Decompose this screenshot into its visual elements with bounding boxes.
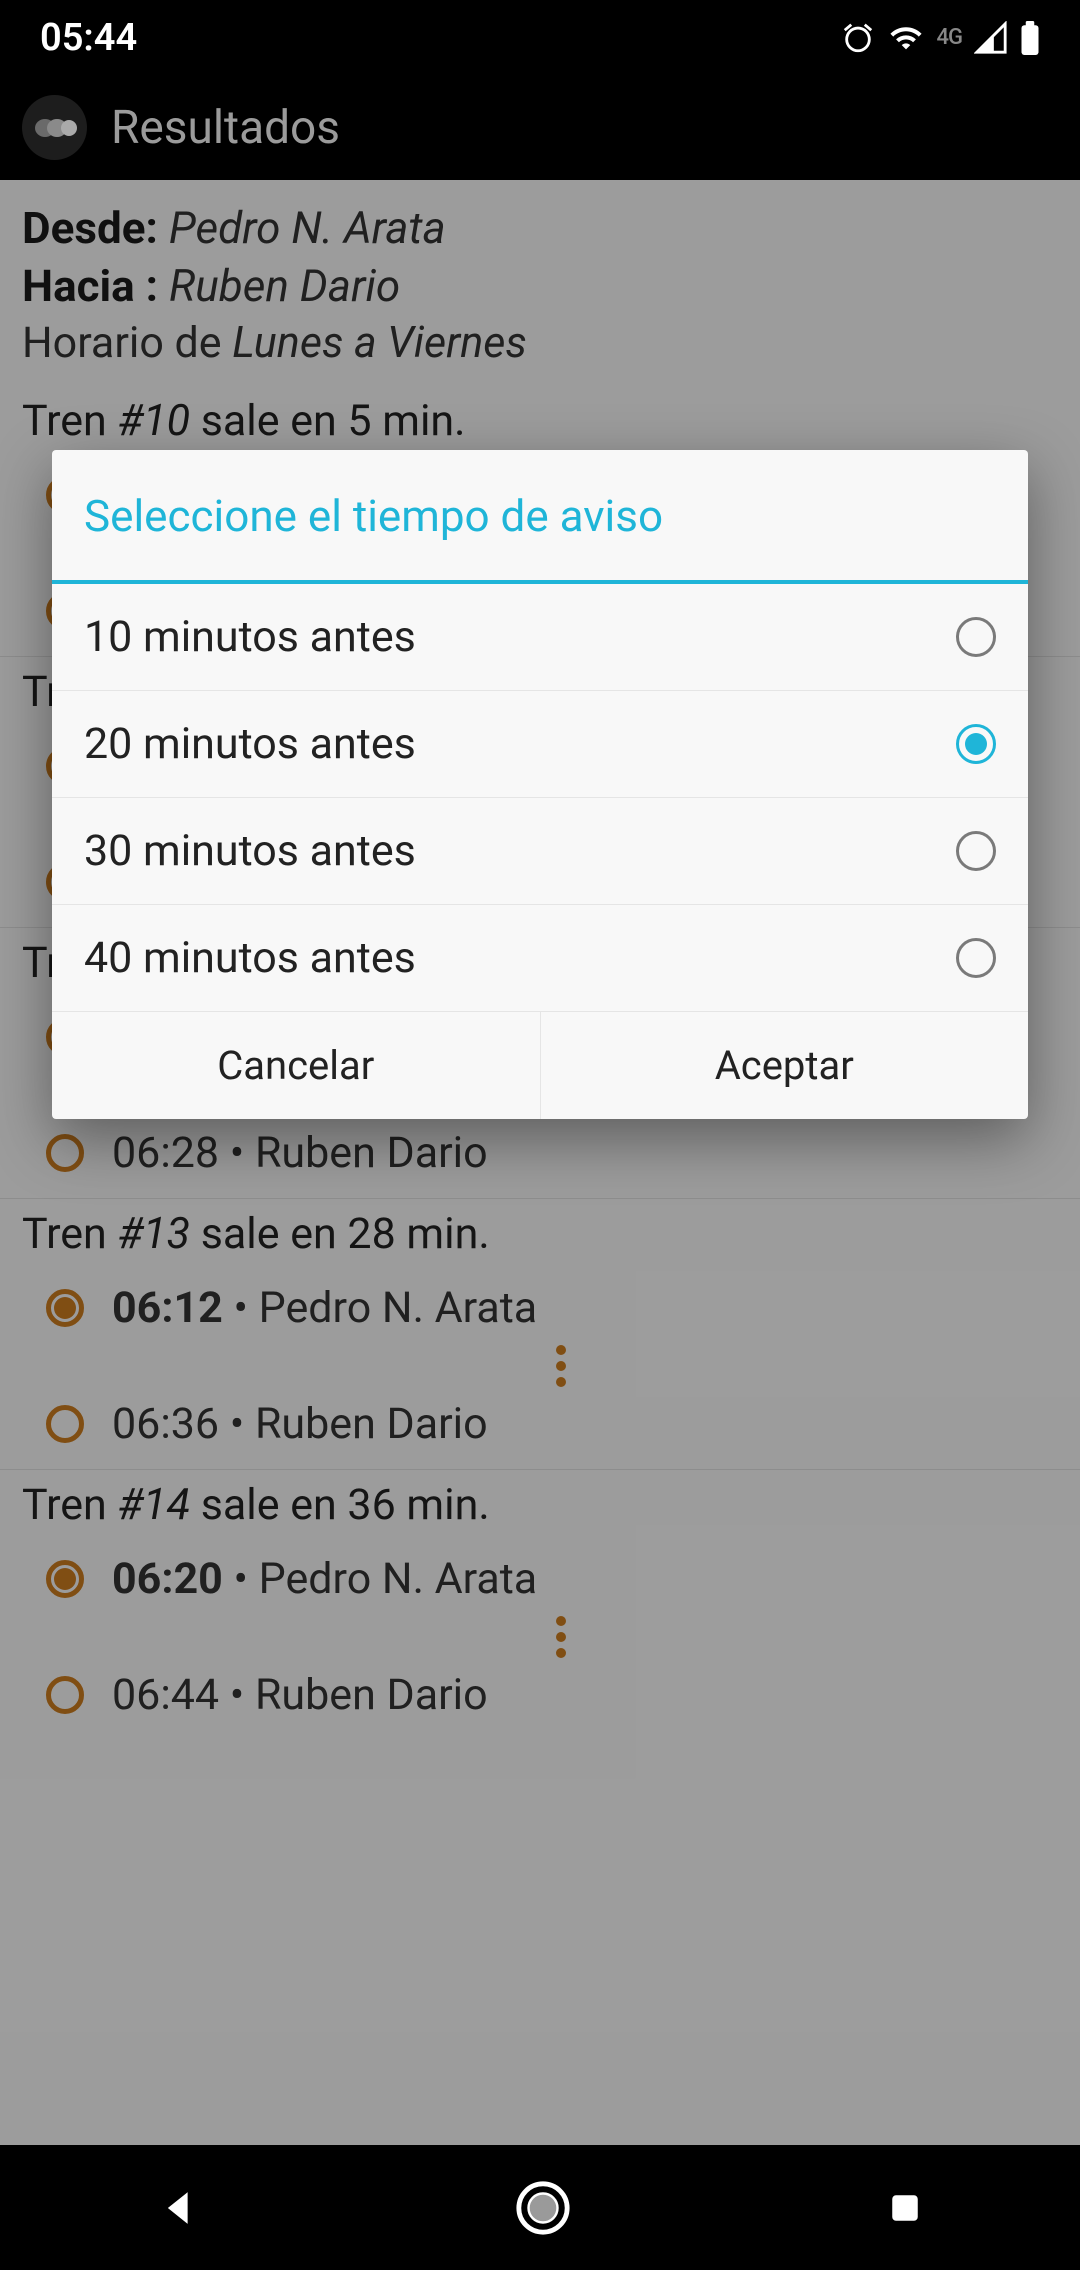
status-bar: 05:44 4G bbox=[0, 0, 1080, 75]
back-icon[interactable] bbox=[157, 2187, 199, 2229]
app-logo bbox=[22, 95, 87, 160]
nav-bar bbox=[0, 2145, 1080, 2270]
recent-icon[interactable] bbox=[887, 2190, 923, 2226]
status-time: 05:44 bbox=[40, 16, 137, 60]
notice-option[interactable]: 30 minutos antes bbox=[52, 798, 1028, 905]
option-label: 10 minutos antes bbox=[84, 612, 416, 662]
status-icons: 4G bbox=[841, 21, 1041, 55]
network-label: 4G bbox=[937, 25, 963, 50]
radio-icon[interactable] bbox=[956, 617, 996, 657]
notice-time-dialog: Seleccione el tiempo de aviso 10 minutos… bbox=[52, 450, 1028, 1119]
radio-icon[interactable] bbox=[956, 938, 996, 978]
alarm-icon bbox=[841, 21, 875, 55]
radio-icon[interactable] bbox=[956, 724, 996, 764]
notice-option[interactable]: 40 minutos antes bbox=[52, 905, 1028, 1012]
notice-option[interactable]: 20 minutos antes bbox=[52, 691, 1028, 798]
notice-option[interactable]: 10 minutos antes bbox=[52, 584, 1028, 691]
radio-icon[interactable] bbox=[956, 831, 996, 871]
wifi-icon bbox=[887, 21, 925, 55]
signal-icon bbox=[974, 21, 1008, 55]
option-label: 40 minutos antes bbox=[84, 933, 416, 983]
dialog-buttons: Cancelar Aceptar bbox=[52, 1012, 1028, 1119]
battery-icon bbox=[1020, 21, 1040, 55]
logo-icon bbox=[33, 114, 77, 142]
cancel-button[interactable]: Cancelar bbox=[52, 1012, 541, 1119]
option-label: 20 minutos antes bbox=[84, 719, 416, 769]
accept-button[interactable]: Aceptar bbox=[541, 1012, 1029, 1119]
option-label: 30 minutos antes bbox=[84, 826, 416, 876]
page-title: Resultados bbox=[111, 101, 340, 155]
home-icon[interactable] bbox=[514, 2179, 572, 2237]
app-header: Resultados bbox=[0, 75, 1080, 180]
dialog-title: Seleccione el tiempo de aviso bbox=[52, 450, 1028, 584]
